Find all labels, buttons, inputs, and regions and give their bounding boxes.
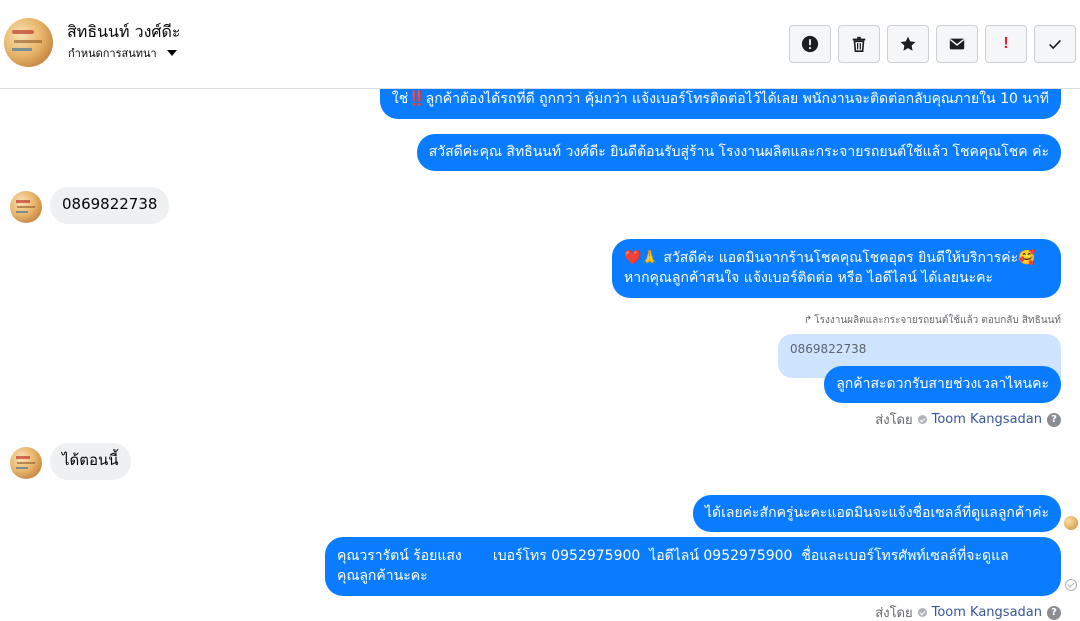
delete-button[interactable] — [838, 25, 880, 63]
sent-by-info: ส่งโดย Toom Kangsadan ? — [875, 602, 1061, 621]
assign-conversation-dropdown[interactable]: กำหนดการสนทนา — [68, 44, 177, 62]
reply-arrow-icon: ↱ — [803, 315, 813, 326]
caret-down-icon — [166, 50, 177, 56]
contact-name[interactable]: สิทธินนท์ วงศ์ดีะ — [67, 20, 181, 45]
star-icon — [900, 36, 916, 51]
contact-avatar-small[interactable] — [10, 191, 42, 223]
report-button[interactable] — [789, 25, 831, 63]
incoming-message[interactable]: 0869822738 — [50, 187, 170, 224]
reply-context-text: โรงงานผลิตและกระจายรถยนต์ใช้แล้ว ตอบกลับ… — [814, 315, 1061, 326]
sender-name[interactable]: Toom Kangsadan — [932, 605, 1042, 620]
contact-avatar[interactable] — [4, 18, 53, 67]
delivered-check-icon — [1065, 579, 1077, 591]
outgoing-message[interactable]: สวัสดีค่ะคุณ สิทธินนท์ วงศ์ดีะ ยินดีต้อน… — [416, 134, 1061, 171]
conversation-header: สิทธินนท์ วงศ์ดีะ กำหนดการสนทนา ! — [0, 0, 1080, 89]
quoted-text: 0869822738 — [790, 342, 867, 356]
trash-icon — [852, 36, 866, 53]
message-text: ใช่‼️ลูกค้าต้องได้รถที่ดี ถูกกว่า คุ้มกว… — [391, 91, 1049, 107]
follow-up-button[interactable]: ! — [985, 25, 1027, 63]
outgoing-message[interactable]: ❤️🙏 สวัสดีค่ะ แอดมินจากร้านโชคคุณโชคอุดร… — [612, 239, 1061, 298]
envelope-icon — [949, 38, 965, 50]
message-text-line: คุณวรารัตน์ ร้อยแสง เบอร์โทร 0952975900 … — [337, 548, 1009, 564]
verified-dot-icon — [917, 608, 927, 617]
reply-context: ↱ โรงงานผลิตและกระจายรถยนต์ใช้แล้ว ตอบกล… — [804, 313, 1061, 328]
message-text: 0869822738 — [62, 195, 158, 213]
outgoing-message[interactable]: คุณวรารัตน์ ร้อยแสง เบอร์โทร 0952975900 … — [325, 537, 1061, 596]
star-button[interactable] — [887, 25, 929, 63]
message-text: สวัสดีค่ะคุณ สิทธินนท์ วงศ์ดีะ ยินดีต้อน… — [428, 144, 1049, 160]
verified-dot-icon — [917, 415, 927, 424]
message-text-line: ❤️🙏 สวัสดีค่ะ แอดมินจากร้านโชคคุณโชคอุดร… — [624, 250, 1036, 266]
seen-by-avatar — [1064, 516, 1078, 530]
sent-by-label: ส่งโดย — [875, 606, 913, 621]
outgoing-message[interactable]: ใช่‼️ลูกค้าต้องได้รถที่ดี ถูกกว่า คุ้มกว… — [379, 89, 1061, 119]
mark-done-button[interactable] — [1034, 25, 1076, 63]
exclamation-icon: ! — [1003, 35, 1009, 52]
mark-unread-button[interactable] — [936, 25, 978, 63]
conversation-toolbar: ! — [789, 25, 1076, 63]
help-icon[interactable]: ? — [1047, 412, 1061, 427]
sent-by-label: ส่งโดย — [875, 413, 913, 428]
exclamation-circle-icon — [801, 35, 819, 53]
incoming-message[interactable]: ได้ตอนนี้ — [50, 443, 131, 480]
outgoing-message[interactable]: ได้เลยค่ะสักครู่นะคะแอดมินจะแจ้งชื่อเซลล… — [692, 495, 1061, 532]
message-thread: ใช่‼️ลูกค้าต้องได้รถที่ดี ถูกกว่า คุ้มกว… — [0, 89, 1080, 621]
message-text-line: คุณลูกค้านะคะ — [337, 568, 428, 584]
message-text: ได้เลยค่ะสักครู่นะคะแอดมินจะแจ้งชื่อเซลล… — [704, 505, 1049, 521]
message-text: ลูกค้าสะดวกรับสายช่วงเวลาไหนคะ — [836, 376, 1049, 392]
check-icon — [1049, 39, 1061, 50]
help-icon[interactable]: ? — [1047, 605, 1061, 620]
sent-by-info: ส่งโดย Toom Kangsadan ? — [875, 409, 1061, 430]
assign-conversation-label: กำหนดการสนทนา — [68, 47, 157, 60]
contact-avatar-small[interactable] — [10, 447, 42, 479]
sender-name[interactable]: Toom Kangsadan — [932, 412, 1042, 427]
message-text-line: หากคุณลูกค้าสนใจ แจ้งเบอร์ติดต่อ หรือ ไอ… — [624, 270, 994, 286]
outgoing-message[interactable]: ลูกค้าสะดวกรับสายช่วงเวลาไหนคะ — [824, 366, 1061, 403]
message-text: ได้ตอนนี้ — [62, 451, 119, 469]
